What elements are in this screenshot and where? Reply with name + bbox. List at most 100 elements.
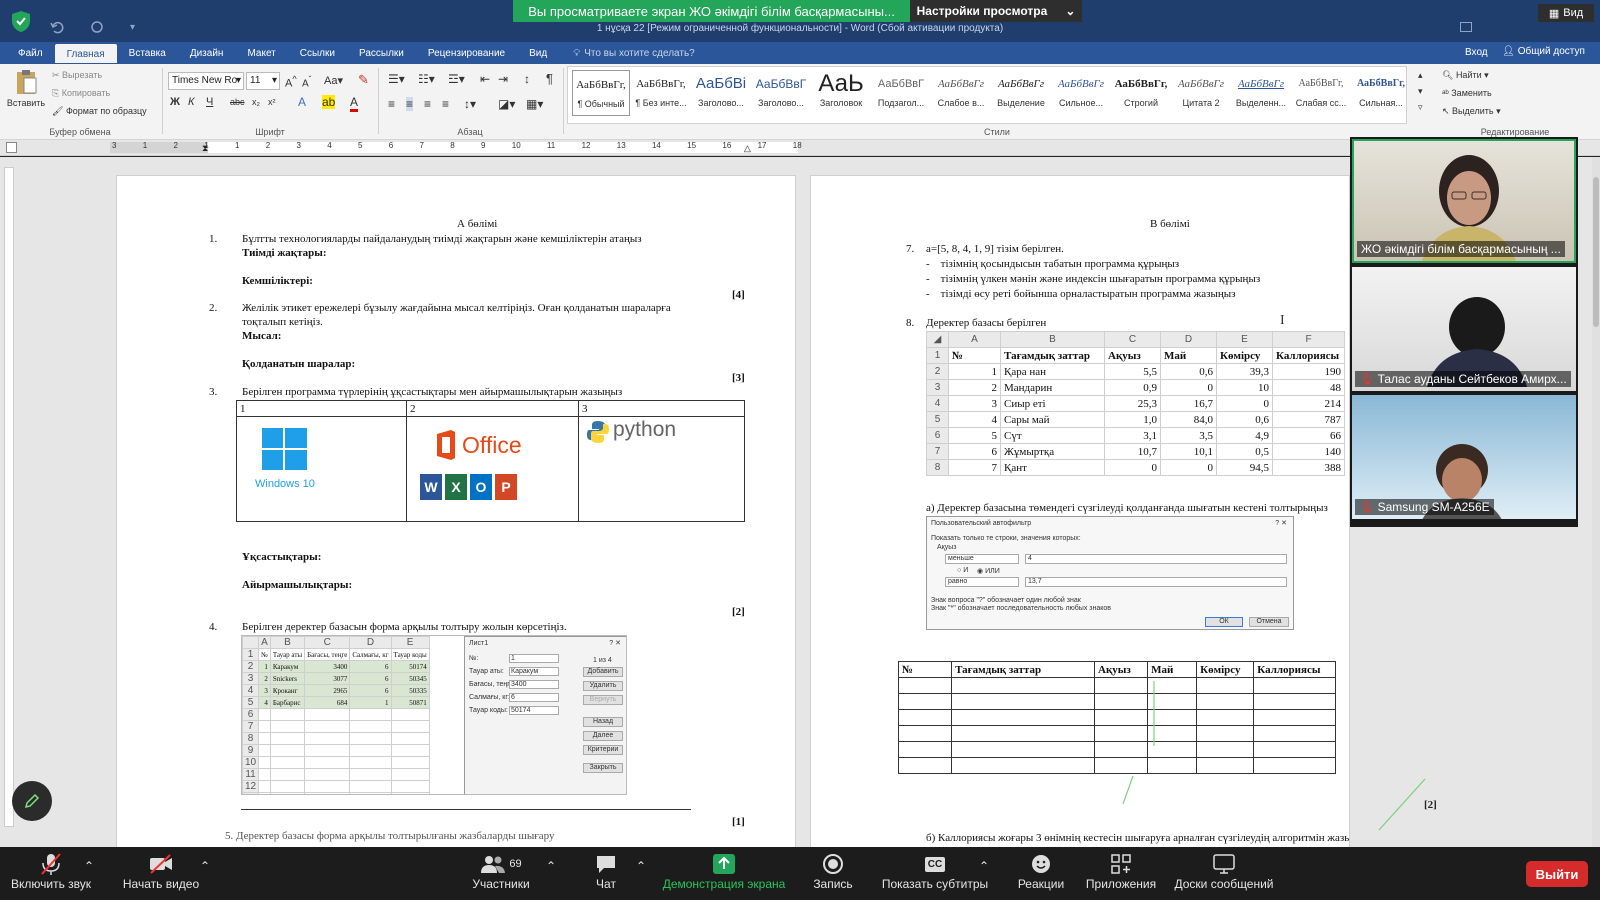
captions-options-icon[interactable]: ⌃ (979, 859, 989, 873)
numbering-icon[interactable]: ☷▾ (418, 72, 435, 86)
chat-button[interactable]: Чат (588, 851, 624, 891)
style-strong[interactable]: АаБбВвГг, Строгий (1112, 70, 1170, 116)
tab-references[interactable]: Ссылки (288, 45, 347, 62)
tab-view[interactable]: Вид (517, 45, 559, 62)
find-button[interactable]: 🔍︎ Найти ▾ (1442, 70, 1489, 81)
copy-icon: ⎘ (52, 88, 62, 98)
participants-button[interactable]: 69 Участники (466, 851, 536, 891)
increase-indent-icon[interactable]: ⇥ (498, 72, 508, 86)
style-no-spacing[interactable]: АаБбВвГг, ¶ Без инте... (632, 70, 690, 116)
video-tile-2[interactable]: 🎙︎ Талас ауданы Сейтбеков Амирх... (1352, 267, 1576, 391)
replace-button[interactable]: ᵃᵇ Заменить (1442, 88, 1492, 98)
annotate-button[interactable] (12, 781, 52, 821)
view-settings-button[interactable]: Настройки просмотра ⌄ (910, 0, 1082, 22)
borders-icon[interactable]: ▦▾ (526, 97, 543, 111)
pilcrow-icon[interactable]: ¶ (546, 71, 553, 86)
record-button[interactable]: Запись (808, 851, 858, 891)
sign-in-link[interactable]: Вход (1465, 47, 1488, 58)
clear-format-icon[interactable]: ✎ (358, 72, 369, 88)
tab-home[interactable]: Главная (54, 43, 117, 63)
align-center-icon[interactable]: ≡ (406, 97, 414, 111)
line-spacing-icon[interactable]: ↕▾ (464, 97, 476, 111)
style-emphasis[interactable]: АаБбВвГг Выделение (992, 70, 1050, 116)
align-right-icon[interactable]: ≡ (424, 97, 431, 111)
column-header: A (948, 331, 1001, 348)
video-tile-3[interactable]: 🎙︎ Samsung SM-A256E (1352, 395, 1576, 519)
style-subtle-emphasis[interactable]: АаБбВвГг Слабое в... (932, 70, 990, 116)
tab-file[interactable]: Файл (6, 45, 55, 62)
font-name-select[interactable]: Times New Ro ▾ (168, 72, 244, 90)
styles-scroll-up-icon[interactable]: ▴ (1418, 70, 1423, 81)
style-preview: АаБбВвГг, (636, 78, 686, 90)
strikethrough-icon[interactable]: abc (230, 97, 245, 107)
apps-button[interactable]: Приложения (1083, 851, 1159, 891)
tell-me-search[interactable]: 💡︎ Что вы хотите сделать? (573, 48, 695, 59)
style-intense-emphasis[interactable]: АаБбВвГг Сильное... (1052, 70, 1110, 116)
style-heading-2[interactable]: АаБбВвГ Заголово... (752, 70, 810, 116)
superscript-icon[interactable]: x² (268, 97, 276, 107)
bullets-icon[interactable]: ☰▾ (388, 72, 405, 86)
shading-icon[interactable]: ◪▾ (498, 97, 515, 111)
style-subtle-reference[interactable]: АаБбВвГг, Слабая сс... (1292, 70, 1350, 116)
align-left-icon[interactable]: ≡ (388, 97, 395, 111)
font-size-select[interactable]: 11 ▾ (246, 72, 280, 90)
tab-layout[interactable]: Макет (235, 45, 287, 62)
tab-mailings[interactable]: Рассылки (347, 45, 416, 62)
style-normal[interactable]: АаБбВвГг, ¶ Обычный (572, 70, 630, 116)
decrease-indent-icon[interactable]: ⇤ (480, 72, 490, 86)
vertical-ruler[interactable] (4, 167, 14, 827)
justify-icon[interactable]: ≡ (442, 97, 449, 111)
tab-selector-icon[interactable] (6, 142, 17, 153)
participants-options-icon[interactable]: ⌃ (546, 859, 556, 873)
grow-font-icon[interactable]: A^ (285, 74, 297, 90)
style-subtitle[interactable]: АаБбВвГ Подзагол... (872, 70, 930, 116)
page-b[interactable]: В бөлімі 7. a=[5, 8, 4, 1, 9] тізім бері… (810, 175, 1350, 847)
sort-icon[interactable]: ↕ (524, 72, 530, 86)
reactions-button[interactable]: Реакции (1011, 851, 1071, 891)
tab-design[interactable]: Дизайн (178, 45, 236, 62)
style-heading-1[interactable]: АаБбВі Заголово... (692, 70, 750, 116)
leave-button[interactable]: Выйти (1526, 861, 1588, 887)
scrollbar-thumb[interactable] (1593, 177, 1599, 327)
tab-review[interactable]: Рецензирование (416, 45, 517, 62)
captions-button[interactable]: CC Показать субтитры (880, 851, 990, 891)
chat-options-icon[interactable]: ⌃ (636, 859, 646, 873)
bold-icon[interactable]: Ж (170, 96, 180, 108)
indent-marker-icon[interactable]: ⧗ (202, 143, 208, 154)
share-button[interactable]: 👤︎ Общий доступ (1502, 46, 1585, 57)
format-painter-button[interactable]: 🖌︎ Формат по образцу (52, 106, 147, 117)
share-screen-button[interactable]: Демонстрация экрана (660, 851, 788, 891)
video-options-icon[interactable]: ⌃ (200, 859, 210, 873)
ribbon-display-icon[interactable] (1460, 22, 1472, 32)
text-effects-icon[interactable]: A (298, 95, 306, 109)
multilevel-list-icon[interactable]: ☲▾ (448, 72, 465, 86)
table-cell: Каракум (269, 660, 306, 673)
page-a[interactable]: А бөлімі 1. Бұлтты технологияларды пайда… (116, 175, 796, 847)
whiteboards-button[interactable]: Доски сообщений (1170, 851, 1278, 891)
highlight-icon[interactable]: ab (322, 95, 336, 109)
paste-button[interactable]: Вставить (6, 68, 46, 108)
vertical-scrollbar[interactable] (1592, 157, 1600, 847)
unmute-button[interactable]: Включить звук (8, 851, 94, 891)
view-button[interactable]: ▦ Вид (1538, 4, 1594, 22)
start-video-button[interactable]: Начать видео (114, 851, 208, 891)
style-quote[interactable]: АаБбВвГг Цитата 2 (1172, 70, 1230, 116)
underline-icon[interactable]: Ч (206, 96, 213, 108)
right-indent-marker-icon[interactable]: △ (744, 143, 751, 154)
font-color-icon[interactable]: A (350, 95, 359, 112)
italic-icon[interactable]: К (188, 96, 194, 108)
tab-insert[interactable]: Вставка (117, 45, 178, 62)
copy-button[interactable]: ⎘ Копировать (52, 88, 110, 99)
audio-options-icon[interactable]: ⌃ (84, 859, 94, 873)
style-title[interactable]: АаЬ Заголовок (812, 70, 870, 116)
select-button[interactable]: ↖ Выделить ▾ (1442, 106, 1501, 117)
shrink-font-icon[interactable]: Aˇ (302, 74, 311, 89)
style-intense-quote[interactable]: АаБбВвГг Выделенн... (1232, 70, 1290, 116)
style-intense-reference[interactable]: АаБбВвГг, Сильная... (1352, 70, 1410, 116)
styles-scroll-down-icon[interactable]: ▾ (1418, 86, 1423, 97)
video-tile-1[interactable]: ЖО әкімдігі білім басқармасының ... (1352, 139, 1576, 263)
change-case-icon[interactable]: Aa▾ (324, 74, 343, 87)
subscript-icon[interactable]: x₂ (252, 97, 260, 107)
styles-more-icon[interactable]: ▿ (1418, 102, 1423, 113)
cut-button[interactable]: ✂ Вырезать (52, 70, 102, 81)
